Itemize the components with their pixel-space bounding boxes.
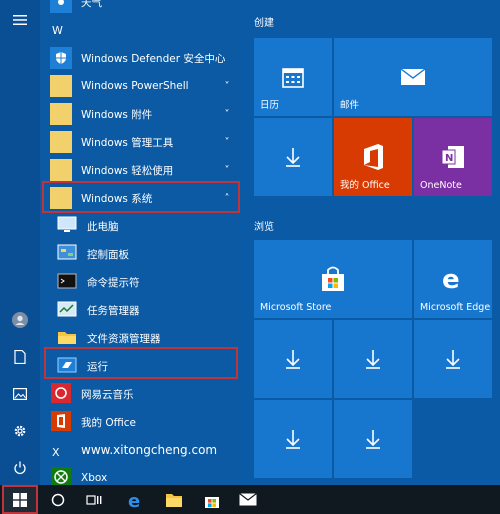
mail-icon — [239, 493, 257, 506]
list-item-control-panel[interactable]: 控制面板 — [40, 240, 240, 268]
svg-text:e: e — [442, 266, 460, 292]
svg-text:N: N — [445, 153, 453, 164]
folder-icon — [50, 103, 72, 125]
store-bag-icon — [322, 266, 344, 291]
list-item-ease-of-access[interactable]: Windows 轻松使用 ˅ — [40, 156, 240, 184]
highlight-run — [44, 347, 238, 379]
task-manager-icon — [57, 300, 77, 321]
list-item-my-office[interactable]: 我的 Office — [40, 408, 240, 436]
tile-download-1[interactable] — [254, 118, 332, 196]
list-item-defender[interactable]: Windows Defender 安全中心 — [40, 44, 240, 72]
tile-download-5[interactable] — [254, 400, 332, 478]
hamburger-menu-button[interactable] — [0, 2, 40, 38]
list-item-task-manager[interactable]: 任务管理器 — [40, 296, 240, 324]
download-arrow-icon — [286, 148, 300, 167]
folder-icon — [166, 493, 182, 507]
xbox-icon — [51, 466, 71, 485]
task-view-icon — [86, 494, 102, 505]
calendar-icon — [282, 68, 304, 88]
highlight-windows-system — [42, 181, 240, 213]
gear-icon — [14, 425, 26, 437]
edge-icon: e — [442, 266, 460, 292]
list-item-weather[interactable]: 天气 — [40, 0, 240, 16]
terminal-icon — [57, 272, 77, 293]
svg-text:e: e — [128, 491, 140, 509]
settings-button[interactable] — [0, 413, 40, 449]
taskbar-store[interactable] — [194, 485, 230, 514]
office-icon — [51, 410, 71, 434]
tile-download-6[interactable] — [334, 400, 412, 478]
download-arrow-icon — [366, 350, 380, 369]
shield-icon — [50, 47, 72, 69]
office-icon — [364, 144, 383, 170]
edge-icon: e — [128, 491, 140, 509]
hamburger-icon — [13, 15, 27, 25]
group-title-create: 创建 — [254, 18, 274, 29]
picture-icon — [13, 388, 27, 400]
app-list: 天气 W Windows Defender 安全中心 Windows Power… — [40, 0, 240, 485]
taskbar: e — [0, 485, 500, 514]
list-item-powershell[interactable]: Windows PowerShell ˅ — [40, 72, 240, 100]
tiles-panel: 创建 日历 邮件 我的 Office N OneNote 浏览 Microsof… — [240, 0, 500, 485]
task-view-button[interactable] — [76, 485, 112, 514]
start-button[interactable] — [2, 485, 38, 514]
tile-mail[interactable]: 邮件 — [334, 38, 492, 116]
file-explorer-icon — [57, 328, 77, 349]
store-bag-icon — [205, 496, 219, 508]
download-arrow-icon — [446, 350, 460, 369]
onenote-icon: N — [441, 146, 464, 168]
list-item-netease-music[interactable]: 网易云音乐 — [40, 380, 240, 408]
tile-microsoft-store[interactable]: Microsoft Store — [254, 240, 412, 318]
list-item-accessories[interactable]: Windows 附件 ˅ — [40, 100, 240, 128]
taskbar-mail[interactable] — [230, 485, 266, 514]
user-account-button[interactable] — [0, 302, 40, 338]
taskbar-edge[interactable]: e — [118, 485, 154, 514]
weather-icon — [50, 0, 72, 13]
tile-calendar[interactable]: 日历 — [254, 38, 332, 116]
user-avatar-icon — [12, 312, 28, 328]
tile-microsoft-edge[interactable]: e Microsoft Edge — [414, 240, 492, 318]
list-item-website: www.xitongcheng.com — [81, 443, 218, 457]
list-item-xbox[interactable]: Xbox — [40, 464, 240, 485]
tile-my-office[interactable]: 我的 Office — [334, 118, 412, 196]
power-button[interactable] — [0, 450, 40, 486]
windows-logo-icon — [13, 492, 27, 507]
start-left-rail — [0, 0, 40, 485]
cortana-circle-icon — [51, 493, 65, 506]
power-icon — [14, 461, 26, 475]
mail-icon — [400, 68, 426, 85]
chevron-down-icon: ˅ — [224, 80, 230, 92]
cortana-button[interactable] — [40, 485, 76, 514]
list-item-command-prompt[interactable]: 命令提示符 — [40, 268, 240, 296]
folder-icon — [50, 75, 72, 97]
control-panel-icon — [57, 244, 77, 265]
download-arrow-icon — [366, 430, 380, 449]
documents-button[interactable] — [0, 339, 40, 375]
download-arrow-icon — [286, 430, 300, 449]
tile-onenote[interactable]: N OneNote — [414, 118, 492, 196]
pictures-button[interactable] — [0, 376, 40, 412]
list-item-this-pc[interactable]: 此电脑 — [40, 212, 240, 240]
section-letter-w[interactable]: W — [52, 24, 63, 37]
group-title-browse: 浏览 — [254, 222, 274, 233]
folder-icon — [50, 131, 72, 153]
folder-icon — [50, 159, 72, 181]
tile-download-4[interactable] — [414, 320, 492, 398]
chevron-down-icon: ˅ — [224, 108, 230, 120]
tile-download-2[interactable] — [254, 320, 332, 398]
document-icon — [14, 350, 26, 364]
section-letter-x[interactable]: X — [52, 446, 60, 459]
netease-music-icon — [51, 382, 71, 406]
list-item-admin-tools[interactable]: Windows 管理工具 ˅ — [40, 128, 240, 156]
tile-download-3[interactable] — [334, 320, 412, 398]
download-arrow-icon — [286, 350, 300, 369]
taskbar-file-explorer[interactable] — [156, 485, 192, 514]
computer-icon — [57, 216, 77, 237]
chevron-down-icon: ˅ — [224, 136, 230, 148]
chevron-down-icon: ˅ — [224, 164, 230, 176]
